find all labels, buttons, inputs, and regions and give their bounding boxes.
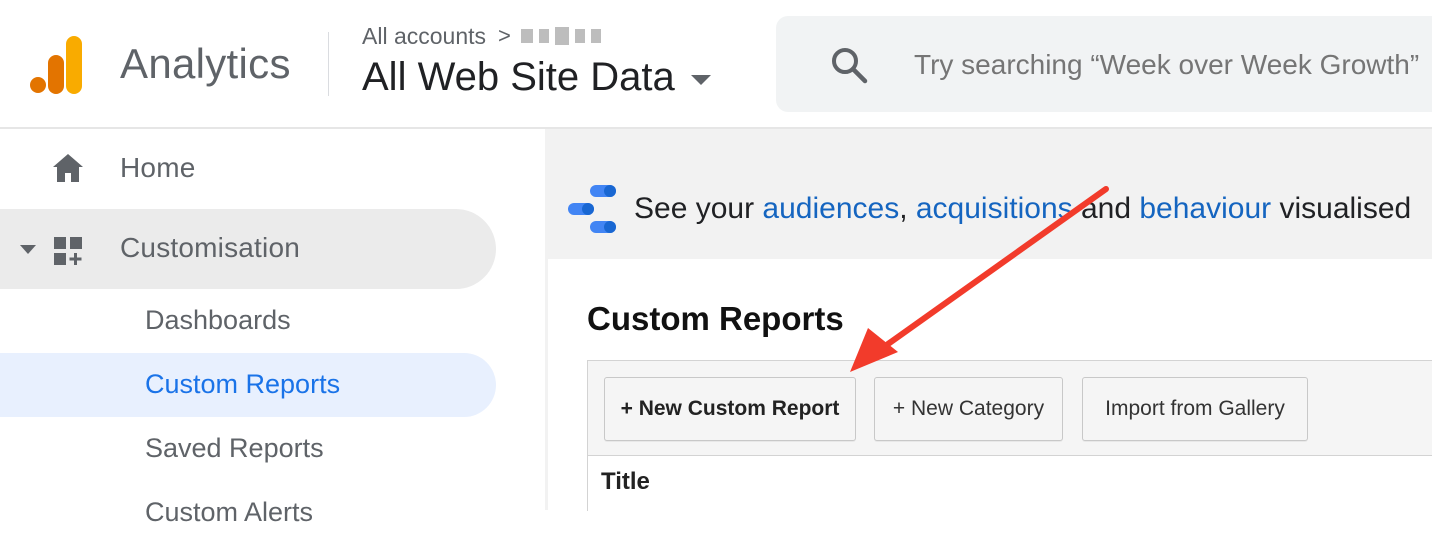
dashboard-add-icon [54,237,82,265]
search-icon[interactable] [830,46,868,84]
sidebar-item-label: Saved Reports [145,433,324,463]
sidebar-item-label: Custom Reports [145,369,341,399]
new-category-button[interactable]: + New Category [874,377,1063,441]
import-from-gallery-button[interactable]: Import from Gallery [1082,377,1308,441]
expand-arrow-icon[interactable] [20,245,36,254]
data-studio-icon [568,185,616,233]
banner-prefix: See your [634,192,763,225]
home-icon [53,154,83,182]
analytics-logo-icon[interactable] [30,36,84,94]
acquisitions-link[interactable]: acquisitions [916,192,1073,225]
banner-suffix: visualised [1271,192,1412,225]
header-divider [328,32,329,96]
chevron-down-icon[interactable] [690,74,711,85]
breadcrumb[interactable]: All accounts > [362,22,601,50]
sidebar-item-saved-reports[interactable]: Saved Reports [0,417,496,481]
breadcrumb-all-accounts[interactable]: All accounts [362,23,486,50]
banner-comma: , [899,192,916,225]
sidebar-item-label: Customisation [120,232,301,263]
banner-and: and [1072,192,1140,225]
sidebar-item-custom-reports[interactable]: Custom Reports [0,353,496,417]
promo-banner: See your audiences, acquisitions and beh… [566,183,1432,235]
sidebar-item-custom-alerts[interactable]: Custom Alerts [0,481,496,545]
page-title: Custom Reports [587,300,844,337]
behaviour-link[interactable]: behaviour [1139,192,1271,225]
sidebar-item-dashboards[interactable]: Dashboards [0,289,496,353]
breadcrumb-separator: > [498,23,511,48]
sidebar-item-label: Dashboards [145,305,291,335]
property-selector[interactable]: All Web Site Data [362,55,711,100]
sidebar-item-label: Home [120,152,196,183]
sidebar-item-label: Custom Alerts [145,497,314,527]
banner-text: See your audiences, acquisitions and beh… [634,192,1411,226]
search-box[interactable] [776,16,1432,112]
app-name: Analytics [120,40,291,87]
audiences-link[interactable]: audiences [762,192,899,225]
sidebar-item-customisation[interactable]: Customisation [0,209,496,289]
redacted-account-name [520,27,601,45]
column-header-title[interactable]: Title [601,468,650,496]
sidebar: Home Customisation Dashboards Custom Rep… [0,129,545,527]
new-custom-report-button[interactable]: + New Custom Report [604,377,856,441]
table-header: Title [587,455,1432,511]
app-header: Analytics All accounts > All Web Site Da… [0,0,1432,129]
sidebar-item-home[interactable]: Home [0,129,496,209]
search-input[interactable] [912,42,1432,88]
property-name[interactable]: All Web Site Data [362,55,675,100]
